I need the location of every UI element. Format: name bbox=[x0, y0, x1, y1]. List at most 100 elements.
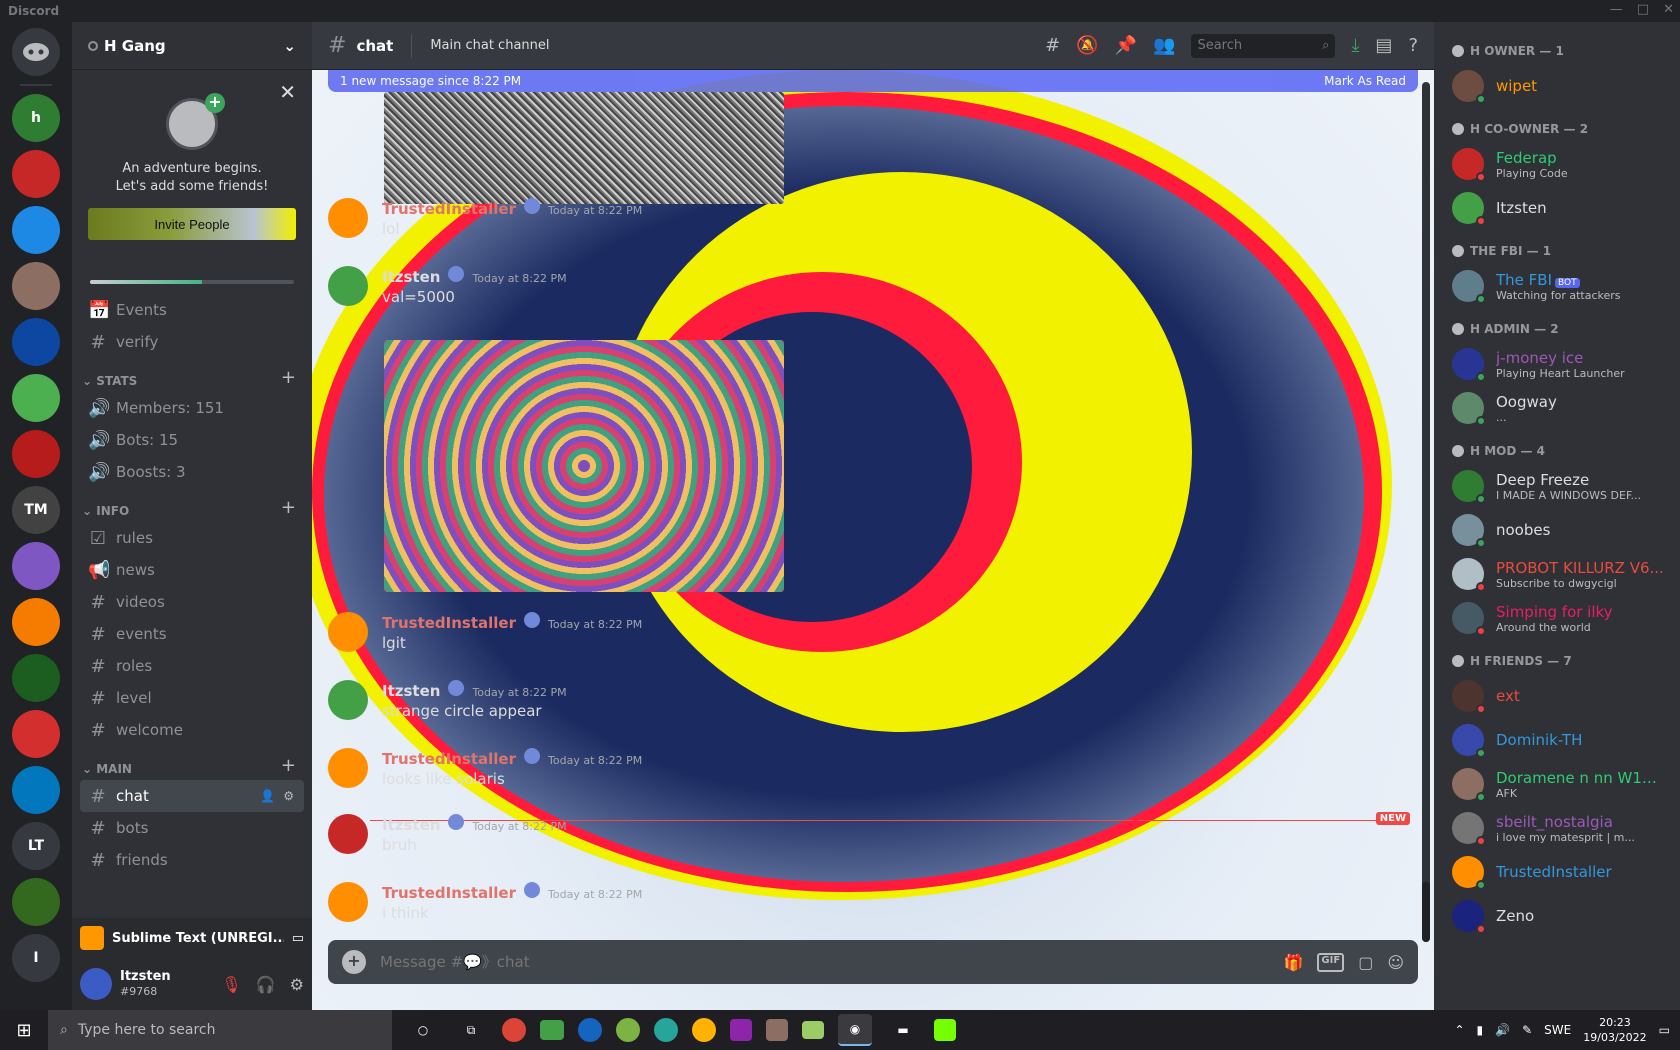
channel-text[interactable]: # roles bbox=[80, 650, 304, 682]
server-icon[interactable]: LT bbox=[12, 822, 60, 870]
channel-voice[interactable]: 🔊 Boosts: 3 bbox=[80, 456, 304, 488]
member-item[interactable]: Oogway... bbox=[1452, 386, 1672, 430]
server-icon[interactable] bbox=[12, 150, 60, 198]
discord-taskbar-icon[interactable]: ◉ bbox=[838, 1014, 872, 1046]
pin-icon[interactable]: 📌 bbox=[1115, 35, 1137, 56]
home-button[interactable] bbox=[12, 28, 60, 76]
gear-icon[interactable]: ⚙ bbox=[283, 789, 294, 803]
chat-message[interactable]: TrustedInstaller Today at 8:22 PM lgit bbox=[328, 612, 642, 652]
avatar[interactable] bbox=[328, 882, 368, 922]
help-icon[interactable]: ? bbox=[1408, 35, 1418, 56]
new-messages-bar[interactable]: 1 new message since 8:22 PM Mark As Read bbox=[328, 70, 1418, 92]
avatar[interactable] bbox=[328, 814, 368, 854]
message-author[interactable]: Itzsten bbox=[382, 816, 440, 834]
scrollbar[interactable] bbox=[1422, 82, 1430, 942]
server-icon[interactable] bbox=[12, 542, 60, 590]
server-icon[interactable]: TM bbox=[12, 486, 60, 534]
server-icon[interactable] bbox=[12, 318, 60, 366]
channel-text[interactable]: # bots bbox=[80, 812, 304, 844]
member-item[interactable]: sbeilt_nostalgia i love my matesprit | m.… bbox=[1452, 806, 1672, 850]
cortana-icon[interactable]: ○ bbox=[406, 1014, 440, 1046]
channel-voice[interactable]: 🔊 Bots: 15 bbox=[80, 424, 304, 456]
notifications-icon[interactable]: ▭ bbox=[1659, 1023, 1670, 1037]
create-channel-icon[interactable]: + bbox=[281, 367, 296, 388]
invite-people-button[interactable]: Invite People bbox=[88, 208, 296, 240]
message-input[interactable] bbox=[380, 953, 1270, 971]
emoji-icon[interactable]: ☺ bbox=[1387, 953, 1404, 972]
search-input[interactable]: Search ⌕ bbox=[1191, 33, 1336, 58]
mark-as-read-button[interactable]: Mark As Read bbox=[1324, 74, 1406, 88]
chevron-down-icon[interactable]: ⌄ bbox=[283, 37, 296, 55]
member-list-icon[interactable]: 👥 bbox=[1153, 35, 1175, 56]
gift-icon[interactable]: 🎁 bbox=[1284, 953, 1304, 972]
avatar[interactable] bbox=[328, 612, 368, 652]
app-icon[interactable] bbox=[616, 1018, 640, 1042]
network-icon[interactable]: ▮ bbox=[1477, 1023, 1484, 1037]
app-icon[interactable] bbox=[934, 1019, 956, 1041]
member-item[interactable]: Zeno bbox=[1452, 894, 1672, 938]
chat-message[interactable]: TrustedInstaller Today at 8:22 PM looks li… bbox=[328, 748, 642, 788]
message-author[interactable]: TrustedInstaller bbox=[382, 884, 516, 902]
member-item[interactable]: Doramene n nn W11 U... AFK bbox=[1452, 762, 1672, 806]
message-author[interactable]: TrustedInstaller bbox=[382, 200, 516, 218]
server-icon[interactable]: I bbox=[12, 934, 60, 982]
task-view-icon[interactable]: ⧉ bbox=[454, 1014, 488, 1046]
member-item[interactable]: j-money ice Playing Heart Launcher bbox=[1452, 342, 1672, 386]
chrome-icon[interactable] bbox=[502, 1018, 526, 1042]
member-item[interactable]: Federap Playing Code bbox=[1452, 142, 1672, 186]
app-icon[interactable] bbox=[802, 1021, 824, 1039]
windows-start-icon[interactable]: ⊞ bbox=[0, 1010, 48, 1050]
notification-bell-icon[interactable]: 🔕 bbox=[1076, 35, 1098, 56]
headphones-icon[interactable]: 🎧 bbox=[256, 975, 276, 994]
inbox-icon[interactable]: ▤ bbox=[1375, 35, 1392, 56]
channel-announce[interactable]: 📢 news bbox=[80, 554, 304, 586]
app-icon[interactable] bbox=[540, 1020, 564, 1040]
server-icon[interactable] bbox=[12, 262, 60, 310]
download-icon[interactable]: ⤓ bbox=[1351, 35, 1359, 56]
app-icon[interactable] bbox=[654, 1018, 678, 1042]
channel-rules[interactable]: ☑ rules bbox=[80, 522, 304, 554]
minecraft-icon[interactable] bbox=[766, 1019, 788, 1041]
member-item[interactable]: Dominik-TH bbox=[1452, 718, 1672, 762]
taskbar-search[interactable]: ⌕ Type here to search bbox=[48, 1010, 392, 1050]
member-item[interactable]: TrustedInstaller bbox=[1452, 850, 1672, 894]
gif-button[interactable]: GIF bbox=[1317, 952, 1345, 972]
sticker-icon[interactable]: ▢ bbox=[1358, 953, 1373, 972]
member-item[interactable]: Simping for ilky Around the world bbox=[1452, 596, 1672, 640]
chevron-up-icon[interactable]: ⌃ bbox=[1454, 1023, 1464, 1037]
image-attachment[interactable] bbox=[384, 92, 784, 204]
server-icon[interactable] bbox=[12, 766, 60, 814]
app-icon[interactable] bbox=[730, 1019, 752, 1041]
member-item[interactable]: The FBI BOT Watching for attackers bbox=[1452, 264, 1672, 308]
gear-icon[interactable]: ⚙ bbox=[290, 975, 304, 994]
channel-category[interactable]: ⌄ INFO + bbox=[80, 494, 304, 522]
message-author[interactable]: Itzsten bbox=[382, 682, 440, 700]
server-icon[interactable] bbox=[12, 430, 60, 478]
member-item[interactable]: Itzsten bbox=[1452, 186, 1672, 230]
app-icon[interactable] bbox=[578, 1018, 602, 1042]
avatar[interactable] bbox=[328, 198, 368, 238]
volume-icon[interactable]: 🔊 bbox=[1495, 1023, 1510, 1037]
avatar[interactable] bbox=[328, 266, 368, 306]
minimize-icon[interactable]: — bbox=[1610, 2, 1623, 17]
screen-share-icon[interactable]: ▭ bbox=[292, 931, 304, 946]
channel-text[interactable]: # welcome bbox=[80, 714, 304, 746]
channel-text[interactable]: # friends bbox=[80, 844, 304, 876]
message-author[interactable]: Itzsten bbox=[382, 268, 440, 286]
server-icon[interactable] bbox=[12, 206, 60, 254]
app-icon[interactable] bbox=[692, 1018, 716, 1042]
channel-voice[interactable]: 🔊 Members: 151 bbox=[80, 392, 304, 424]
member-item[interactable]: ext bbox=[1452, 674, 1672, 718]
channel-events[interactable]: 📅 Events bbox=[80, 294, 304, 326]
member-item[interactable]: wipet bbox=[1452, 64, 1672, 108]
maximize-icon[interactable]: □ bbox=[1637, 2, 1649, 17]
message-author[interactable]: TrustedInstaller bbox=[382, 750, 516, 768]
channel-text[interactable]: # events bbox=[80, 618, 304, 650]
chat-message[interactable]: TrustedInstaller Today at 8:22 PM lol bbox=[328, 198, 642, 238]
threads-icon[interactable]: # bbox=[1045, 35, 1060, 56]
channel-text[interactable]: # chat 👤 ⚙ bbox=[80, 780, 304, 812]
mute-icon[interactable]: 🎙 bbox=[221, 975, 241, 994]
server-icon[interactable] bbox=[12, 654, 60, 702]
server-icon[interactable] bbox=[12, 878, 60, 926]
member-item[interactable]: PROBOT KILLURZ V6... Subscribe to dwgycig… bbox=[1452, 552, 1672, 596]
